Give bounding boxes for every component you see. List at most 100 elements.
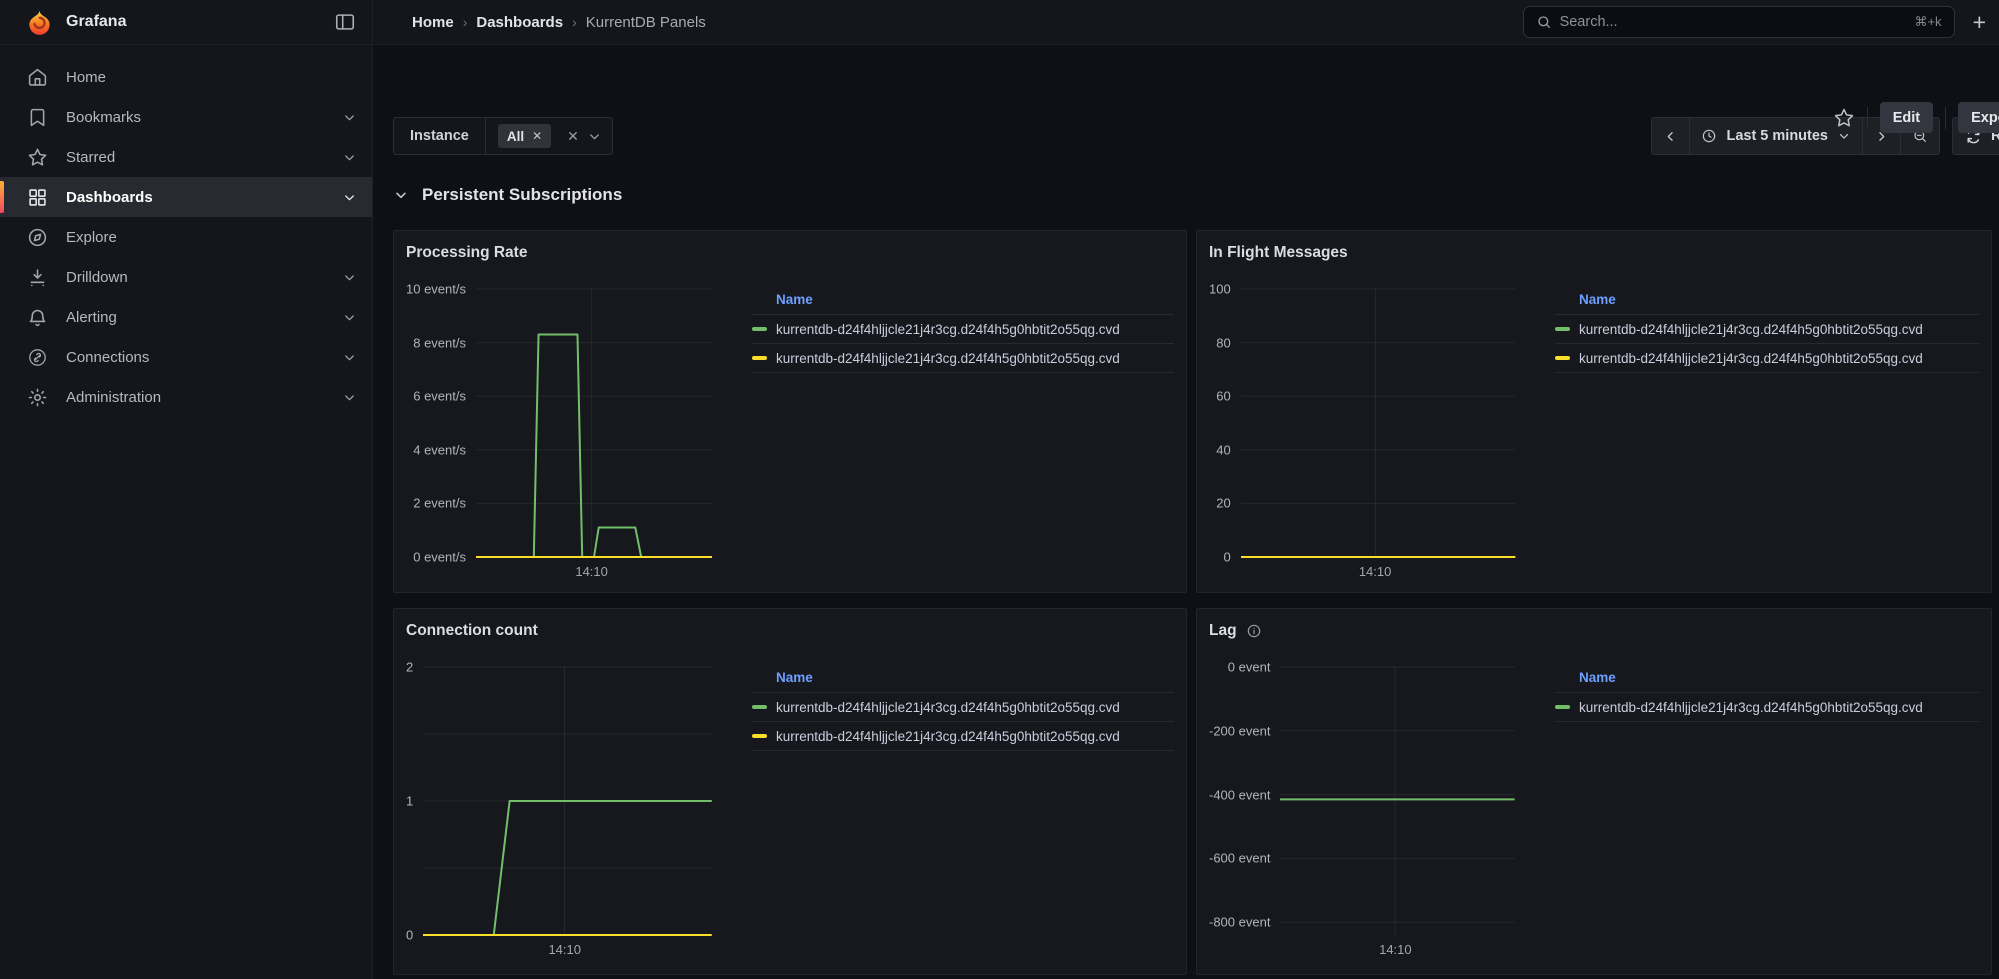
series-color-dash xyxy=(1555,356,1570,360)
chevron-down-icon[interactable] xyxy=(342,310,357,325)
y-axis-tick: 60 xyxy=(1216,389,1230,404)
legend-row[interactable]: kurrentdb-d24f4hljjcle21j4r3cg.d24f4h5g0… xyxy=(1555,315,1979,344)
y-axis-labels: 100020406080100 xyxy=(1209,289,1241,557)
panel-title[interactable]: Connection count xyxy=(406,622,538,640)
panel-connection-count: Connection count 001214:10 Name kurrentd… xyxy=(393,608,1187,975)
chevron-down-icon[interactable] xyxy=(342,150,357,165)
toolbar-divider xyxy=(1945,107,1946,129)
plot-area[interactable]: 14:10 xyxy=(1241,289,1515,557)
panel-header[interactable]: Lag xyxy=(1209,619,1979,643)
instance-filter-value[interactable]: All ✕ xyxy=(498,124,551,148)
chevron-down-icon[interactable] xyxy=(342,110,357,125)
star-dashboard-button[interactable] xyxy=(1833,107,1855,129)
x-axis-tick: 14:10 xyxy=(548,942,581,957)
legend-row[interactable]: kurrentdb-d24f4hljjcle21j4r3cg.d24f4h5g0… xyxy=(1555,344,1979,373)
chevron-down-icon[interactable] xyxy=(342,390,357,405)
legend-row[interactable]: kurrentdb-d24f4hljjcle21j4r3cg.d24f4h5g0… xyxy=(1555,693,1979,722)
chevron-left-icon xyxy=(1663,129,1678,144)
y-axis-tick: 8 event/s xyxy=(413,335,466,350)
legend-header-name[interactable]: Name xyxy=(1555,667,1979,693)
sidebar-item-label: Dashboards xyxy=(66,189,324,206)
time-back-button[interactable] xyxy=(1652,118,1690,154)
time-series-chart[interactable]: -200 event0 event-200 event-400 event-60… xyxy=(1209,667,1515,935)
edit-button[interactable]: Edit xyxy=(1880,102,1933,133)
y-axis-tick: -600 event xyxy=(1209,851,1270,866)
breadcrumb-item-dashboards[interactable]: Dashboards xyxy=(476,14,563,31)
breadcrumb: Home›Dashboards›KurrentDB Panels xyxy=(412,14,706,31)
panel-grid: Processing Rate 10 event/s0 event/s2 eve… xyxy=(393,230,1992,975)
sidebar-item-alerting[interactable]: Alerting xyxy=(0,297,372,337)
dock-menu-icon[interactable] xyxy=(332,9,358,35)
link-icon xyxy=(27,347,48,368)
legend-series-name[interactable]: kurrentdb-d24f4hljjcle21j4r3cg.d24f4h5g0… xyxy=(1579,351,1923,366)
series-color-dash xyxy=(752,705,767,709)
chevron-down-icon[interactable] xyxy=(587,129,602,144)
topnav-right: ⌘+k + xyxy=(1523,6,1999,38)
legend-series-name[interactable]: kurrentdb-d24f4hljjcle21j4r3cg.d24f4h5g0… xyxy=(776,729,1120,744)
legend-row[interactable]: kurrentdb-d24f4hljjcle21j4r3cg.d24f4h5g0… xyxy=(752,693,1174,722)
sidebar-item-connections[interactable]: Connections xyxy=(0,337,372,377)
panel-title[interactable]: Lag xyxy=(1209,622,1237,640)
y-axis-labels: 10 event/s0 event/s2 event/s4 event/s6 e… xyxy=(406,289,476,557)
plot-area[interactable]: 14:10 xyxy=(1280,667,1515,935)
panel-title[interactable]: In Flight Messages xyxy=(1209,244,1348,262)
plot-area[interactable]: 14:10 xyxy=(476,289,712,557)
chevron-down-icon[interactable] xyxy=(342,270,357,285)
export-button[interactable]: Export xyxy=(1958,102,1999,133)
breadcrumb-separator: › xyxy=(572,14,577,30)
chevron-down-icon[interactable] xyxy=(342,350,357,365)
section-title: Persistent Subscriptions xyxy=(422,185,622,205)
sidebar-item-starred[interactable]: Starred xyxy=(0,137,372,177)
legend-series-name[interactable]: kurrentdb-d24f4hljjcle21j4r3cg.d24f4h5g0… xyxy=(1579,322,1923,337)
legend-rows: kurrentdb-d24f4hljjcle21j4r3cg.d24f4h5g0… xyxy=(752,693,1174,751)
legend-header-name[interactable]: Name xyxy=(752,289,1174,315)
legend-series-name[interactable]: kurrentdb-d24f4hljjcle21j4r3cg.d24f4h5g0… xyxy=(776,322,1120,337)
legend-header-name[interactable]: Name xyxy=(752,667,1174,693)
clear-filter-icon[interactable]: ✕ xyxy=(559,128,587,145)
y-axis-tick: 40 xyxy=(1216,442,1230,457)
y-axis-tick: -400 event xyxy=(1209,787,1270,802)
legend-row[interactable]: kurrentdb-d24f4hljjcle21j4r3cg.d24f4h5g0… xyxy=(752,344,1174,373)
add-button[interactable]: + xyxy=(1969,11,1990,34)
panel-header[interactable]: Processing Rate xyxy=(406,241,1174,265)
panel-header[interactable]: Connection count xyxy=(406,619,1174,643)
sidebar-item-label: Starred xyxy=(66,149,324,166)
legend: Name kurrentdb-d24f4hljjcle21j4r3cg.d24f… xyxy=(752,289,1174,557)
time-series-chart[interactable]: 10 event/s0 event/s2 event/s4 event/s6 e… xyxy=(406,289,712,557)
sidebar-item-administration[interactable]: Administration xyxy=(0,377,372,417)
legend-row[interactable]: kurrentdb-d24f4hljjcle21j4r3cg.d24f4h5g0… xyxy=(752,722,1174,751)
x-axis-tick: 14:10 xyxy=(1359,564,1392,579)
remove-value-icon[interactable]: ✕ xyxy=(532,129,542,143)
time-series-chart[interactable]: 10002040608010014:10 xyxy=(1209,289,1515,557)
panel-header[interactable]: In Flight Messages xyxy=(1209,241,1979,265)
chevron-down-icon[interactable] xyxy=(342,190,357,205)
search-shortcut: ⌘+k xyxy=(1914,14,1941,30)
y-axis-tick: -200 event xyxy=(1209,723,1270,738)
legend-header-name[interactable]: Name xyxy=(1555,289,1979,315)
clock-icon xyxy=(1701,128,1717,144)
sidebar-item-explore[interactable]: Explore xyxy=(0,217,372,257)
dashboard-toolbar: Edit Export xyxy=(1833,102,1999,133)
x-axis-tick: 14:10 xyxy=(1379,942,1412,957)
legend: Name kurrentdb-d24f4hljjcle21j4r3cg.d24f… xyxy=(1555,667,1979,935)
search-input[interactable] xyxy=(1560,14,1907,30)
time-series-chart[interactable]: 001214:10 xyxy=(406,667,712,935)
y-axis-tick: 0 event xyxy=(1228,660,1271,675)
brand-name: Grafana xyxy=(66,13,332,31)
legend-series-name[interactable]: kurrentdb-d24f4hljjcle21j4r3cg.d24f4h5g0… xyxy=(776,351,1120,366)
panel-title[interactable]: Processing Rate xyxy=(406,244,527,262)
sidebar-item-bookmarks[interactable]: Bookmarks xyxy=(0,97,372,137)
legend-row[interactable]: kurrentdb-d24f4hljjcle21j4r3cg.d24f4h5g0… xyxy=(752,315,1174,344)
sidebar-item-dashboards[interactable]: Dashboards xyxy=(0,177,372,217)
sidebar-item-home[interactable]: Home xyxy=(0,57,372,97)
drilldown-icon xyxy=(27,267,48,288)
plot-area[interactable]: 14:10 xyxy=(423,667,712,935)
top-nav: Grafana Home›Dashboards›KurrentDB Panels… xyxy=(0,0,1999,45)
search-box[interactable]: ⌘+k xyxy=(1523,6,1955,38)
info-icon[interactable] xyxy=(1246,623,1262,639)
legend-series-name[interactable]: kurrentdb-d24f4hljjcle21j4r3cg.d24f4h5g0… xyxy=(1579,700,1923,715)
sidebar-item-drilldown[interactable]: Drilldown xyxy=(0,257,372,297)
breadcrumb-item-home[interactable]: Home xyxy=(412,14,454,31)
legend-series-name[interactable]: kurrentdb-d24f4hljjcle21j4r3cg.d24f4h5g0… xyxy=(776,700,1120,715)
section-header-persistent-subscriptions[interactable]: Persistent Subscriptions xyxy=(393,185,622,205)
